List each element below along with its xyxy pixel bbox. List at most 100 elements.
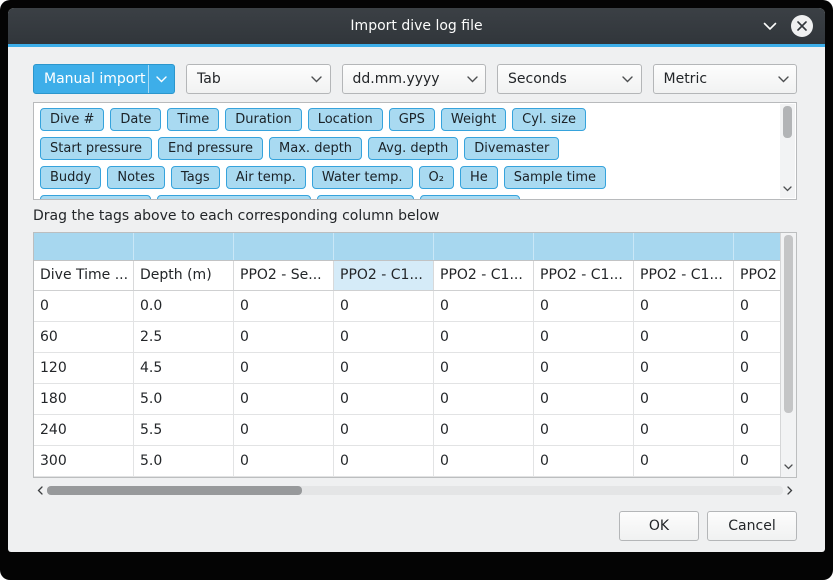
table-row[interactable]: 1204.5000000 xyxy=(34,353,780,384)
tag-location[interactable]: Location xyxy=(308,108,383,131)
table-cell: 0 xyxy=(434,322,534,352)
tag-sample-po[interactable]: Sample pO₂ xyxy=(317,195,414,200)
tag-sample-temperature[interactable]: Sample temperature xyxy=(157,195,312,200)
table-cell: 4.5 xyxy=(134,353,234,383)
chevron-right-icon[interactable] xyxy=(783,486,797,495)
table-body: 00.0000000602.50000001204.50000001805.00… xyxy=(34,291,780,477)
table-scrollbar-thumb[interactable] xyxy=(784,235,793,413)
drop-target-cell[interactable] xyxy=(334,233,434,260)
table-cell: 0 xyxy=(234,291,334,321)
table-cell: 0 xyxy=(634,415,734,445)
chevron-down-icon[interactable] xyxy=(784,455,793,474)
tag-sample-depth[interactable]: Sample depth xyxy=(40,195,151,200)
close-icon xyxy=(797,21,807,31)
hscrollbar-track[interactable] xyxy=(47,486,783,495)
table-cell: 120 xyxy=(34,353,134,383)
table-cell: 300 xyxy=(34,446,134,476)
tag-avg-depth[interactable]: Avg. depth xyxy=(368,137,458,160)
column-header[interactable]: PPO2 - C1... xyxy=(434,261,534,290)
tag-air-temp[interactable]: Air temp. xyxy=(226,166,306,189)
table-row[interactable]: 2405.5000000 xyxy=(34,415,780,446)
cancel-button[interactable]: Cancel xyxy=(707,511,797,541)
table-cell: 0 xyxy=(734,353,780,383)
tag-time[interactable]: Time xyxy=(167,108,219,131)
table-cell: 0 xyxy=(434,415,534,445)
column-header[interactable]: Dive Time ... xyxy=(34,261,134,290)
table-cell: 0 xyxy=(234,384,334,414)
table-cell: 5.0 xyxy=(134,446,234,476)
table-cell: 0 xyxy=(534,384,634,414)
dialog-body: Manual import Tab dd.mm.yyyy xyxy=(8,47,825,541)
combo-field-separator[interactable]: Tab xyxy=(186,64,331,94)
tag-duration[interactable]: Duration xyxy=(225,108,301,131)
tag-max-depth[interactable]: Max. depth xyxy=(269,137,362,160)
tag-buddy[interactable]: Buddy xyxy=(40,166,101,189)
drop-target-cell[interactable] xyxy=(34,233,134,260)
combo-units[interactable]: Metric xyxy=(653,64,798,94)
table-row[interactable]: 00.0000000 xyxy=(34,291,780,322)
table-vertical-scrollbar[interactable] xyxy=(780,233,796,477)
tag-dive[interactable]: Dive # xyxy=(40,108,104,131)
tag-he[interactable]: He xyxy=(460,166,498,189)
chevron-down-icon[interactable] xyxy=(783,177,792,196)
tag-sample-cns[interactable]: Sample CNS xyxy=(420,195,520,200)
column-header[interactable]: Depth (m) xyxy=(134,261,234,290)
table-cell: 0 xyxy=(734,415,780,445)
titlebar[interactable]: Import dive log file xyxy=(8,8,825,44)
column-header[interactable]: PPO2 - C1... xyxy=(534,261,634,290)
column-header[interactable]: PPO2 - C1... xyxy=(734,261,780,290)
preview-table-inner: Dive Time ...Depth (m)PPO2 - Se...PPO2 -… xyxy=(34,233,780,477)
tag-pool-scrollbar[interactable] xyxy=(780,104,795,198)
tag-notes[interactable]: Notes xyxy=(107,166,165,189)
tag-row: Dive # Date Time Duration Location GPS Weight C… xyxy=(40,108,790,131)
tag-tags[interactable]: Tags xyxy=(171,166,220,189)
close-button[interactable] xyxy=(791,15,813,37)
import-dialog: Import dive log file Manual import xyxy=(8,8,825,552)
column-header[interactable]: PPO2 - C1... xyxy=(634,261,734,290)
tag-sample-time[interactable]: Sample time xyxy=(504,166,606,189)
column-header[interactable]: PPO2 - C1... xyxy=(334,261,434,290)
tag-gps[interactable]: GPS xyxy=(389,108,435,131)
table-cell: 0 xyxy=(434,446,534,476)
drop-target-cell[interactable] xyxy=(134,233,234,260)
titlebar-collapse-button[interactable] xyxy=(763,22,777,31)
ok-button[interactable]: OK xyxy=(619,511,699,541)
tag-end-pressure[interactable]: End pressure xyxy=(158,137,263,160)
chevron-down-icon xyxy=(770,65,796,93)
drop-target-cell[interactable] xyxy=(434,233,534,260)
instruction-text: Drag the tags above to each correspondin… xyxy=(33,208,797,224)
tag-o[interactable]: O₂ xyxy=(419,166,454,189)
combo-date-format[interactable]: dd.mm.yyyy xyxy=(342,64,487,94)
tag-weight[interactable]: Weight xyxy=(441,108,506,131)
chevron-down-icon xyxy=(304,65,330,93)
chevron-left-icon[interactable] xyxy=(33,486,47,495)
tag-divemaster[interactable]: Divemaster xyxy=(464,137,559,160)
table-cell: 60 xyxy=(34,322,134,352)
drop-target-cell[interactable] xyxy=(234,233,334,260)
table-row[interactable]: 602.5000000 xyxy=(34,322,780,353)
table-cell: 0 xyxy=(734,322,780,352)
table-cell: 0 xyxy=(634,384,734,414)
combo-import-mode[interactable]: Manual import xyxy=(33,64,175,94)
tag-row: Buddy Notes Tags Air temp. Water temp. O₂ He Sa… xyxy=(40,166,790,189)
combo-duration-format-value: Seconds xyxy=(498,71,615,87)
tag-date[interactable]: Date xyxy=(110,108,161,131)
table-cell: 0 xyxy=(34,291,134,321)
column-header[interactable]: PPO2 - Se... xyxy=(234,261,334,290)
table-horizontal-scrollbar[interactable] xyxy=(33,483,797,498)
table-row[interactable]: 3005.0000000 xyxy=(34,446,780,477)
drop-target-cell[interactable] xyxy=(734,233,780,260)
table-cell: 180 xyxy=(34,384,134,414)
hscrollbar-thumb[interactable] xyxy=(47,486,302,495)
drop-target-cell[interactable] xyxy=(634,233,734,260)
tag-water-temp[interactable]: Water temp. xyxy=(312,166,413,189)
table-header-row: Dive Time ...Depth (m)PPO2 - Se...PPO2 -… xyxy=(34,261,780,291)
table-cell: 0 xyxy=(534,322,634,352)
tag-cyl-size[interactable]: Cyl. size xyxy=(512,108,586,131)
tag-pool-scrollbar-thumb[interactable] xyxy=(783,106,792,138)
combo-duration-format[interactable]: Seconds xyxy=(497,64,642,94)
drop-target-cell[interactable] xyxy=(534,233,634,260)
tag-start-pressure[interactable]: Start pressure xyxy=(40,137,152,160)
table-cell: 0.0 xyxy=(134,291,234,321)
table-row[interactable]: 1805.0000000 xyxy=(34,384,780,415)
